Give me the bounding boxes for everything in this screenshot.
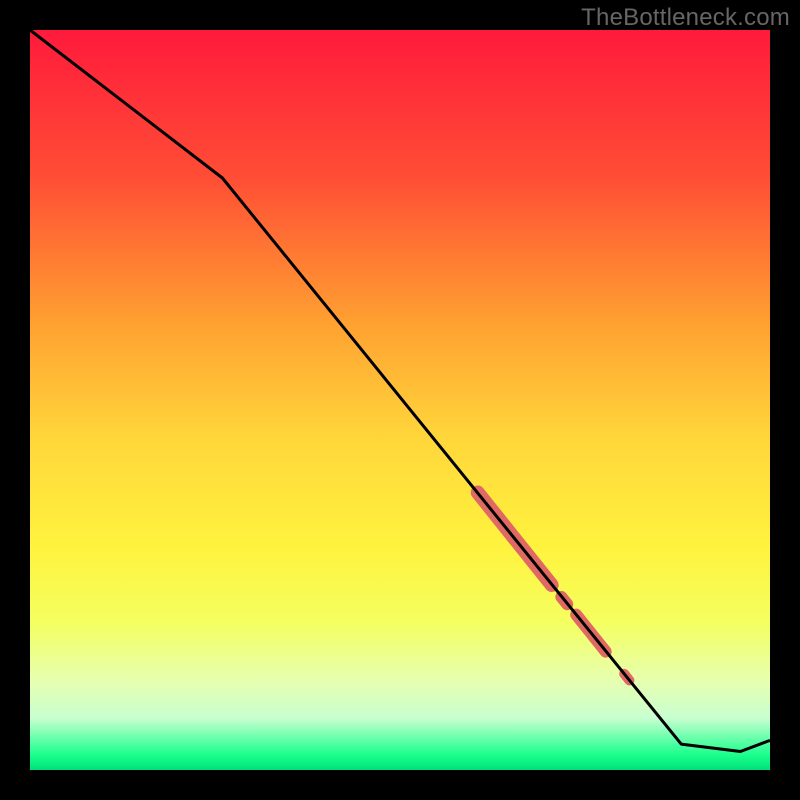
chart-plot-gradient [30, 30, 770, 770]
watermark-label: TheBottleneck.com [581, 4, 790, 32]
chart-container: TheBottleneck.com [0, 0, 800, 800]
bottleneck-chart [0, 0, 800, 800]
